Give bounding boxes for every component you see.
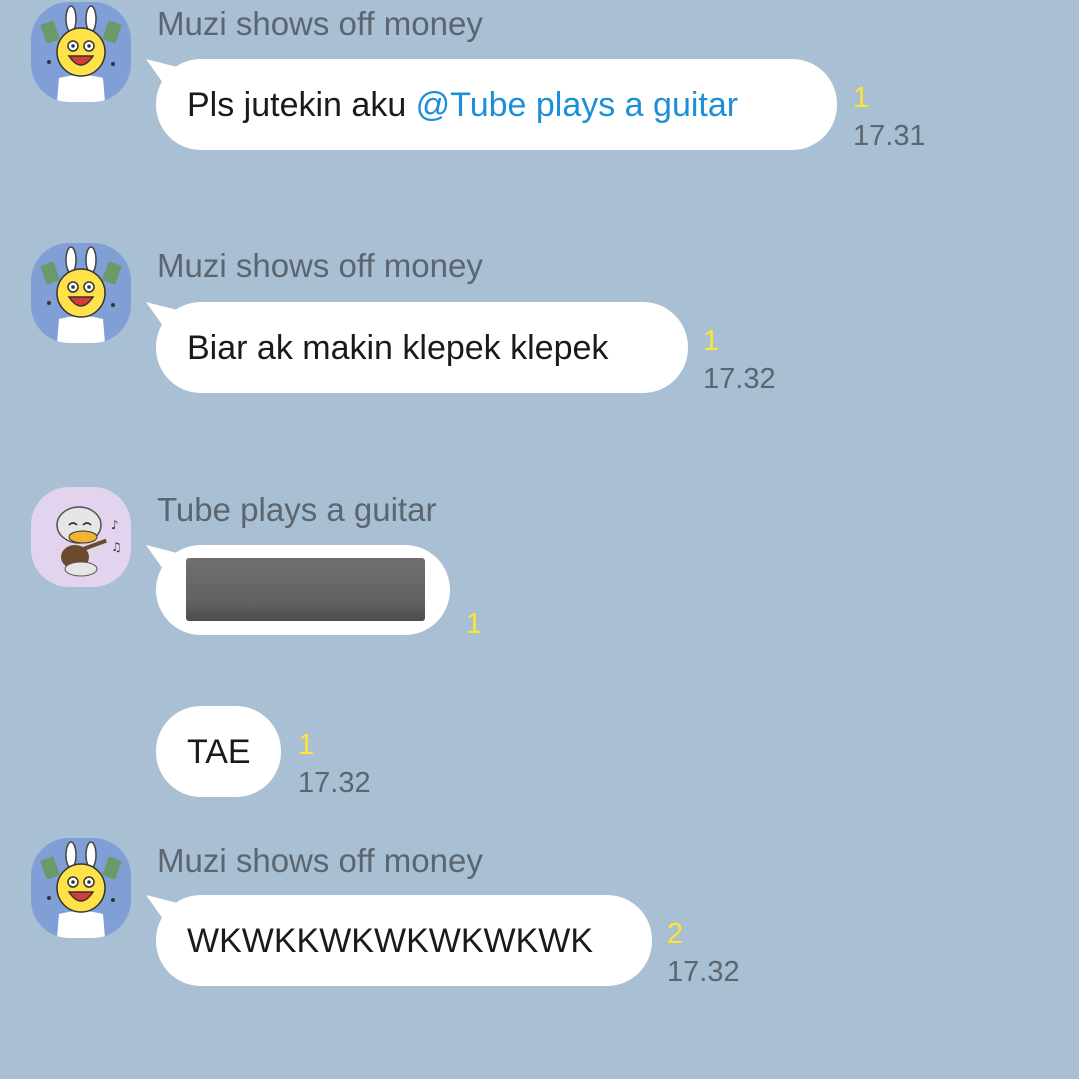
message-text: TAE bbox=[187, 733, 251, 771]
sender-name: Muzi shows off money bbox=[157, 842, 483, 879]
message-text: Biar ak makin klepek klepek bbox=[187, 329, 609, 367]
message-time: 17.32 bbox=[703, 363, 776, 395]
message-bubble[interactable] bbox=[156, 545, 450, 635]
message-text: Pls jutekin aku @Tube plays a guitar bbox=[187, 85, 837, 125]
sender-name: Muzi shows off money bbox=[157, 247, 483, 284]
muzi-avatar-icon[interactable] bbox=[31, 2, 131, 102]
unread-count: 1 bbox=[466, 608, 483, 640]
unread-count: 1 bbox=[853, 82, 870, 114]
unread-count: 1 bbox=[298, 729, 315, 761]
message-text-body: Pls jutekin aku bbox=[187, 86, 416, 124]
muzi-avatar-icon[interactable] bbox=[31, 838, 131, 938]
tube-avatar-icon[interactable] bbox=[31, 487, 131, 587]
unread-count: 2 bbox=[667, 918, 684, 950]
message-time: 17.31 bbox=[853, 120, 926, 152]
message-time: 17.32 bbox=[667, 956, 740, 988]
sender-name: Tube plays a guitar bbox=[157, 491, 437, 528]
message-bubble[interactable]: Pls jutekin aku @Tube plays a guitar bbox=[156, 59, 837, 150]
message-bubble[interactable]: Biar ak makin klepek klepek bbox=[156, 302, 688, 393]
message-text: WKWKKWKWKWKWKWK bbox=[187, 922, 594, 960]
image-attachment[interactable] bbox=[186, 558, 425, 621]
message-bubble[interactable]: TAE bbox=[156, 706, 281, 797]
mention-link[interactable]: @Tube plays a guitar bbox=[416, 86, 738, 124]
muzi-avatar-icon[interactable] bbox=[31, 243, 131, 343]
unread-count: 1 bbox=[703, 325, 720, 357]
message-bubble[interactable]: WKWKKWKWKWKWKWK bbox=[156, 895, 652, 986]
message-time: 17.32 bbox=[298, 767, 371, 799]
sender-name: Muzi shows off money bbox=[157, 5, 483, 42]
